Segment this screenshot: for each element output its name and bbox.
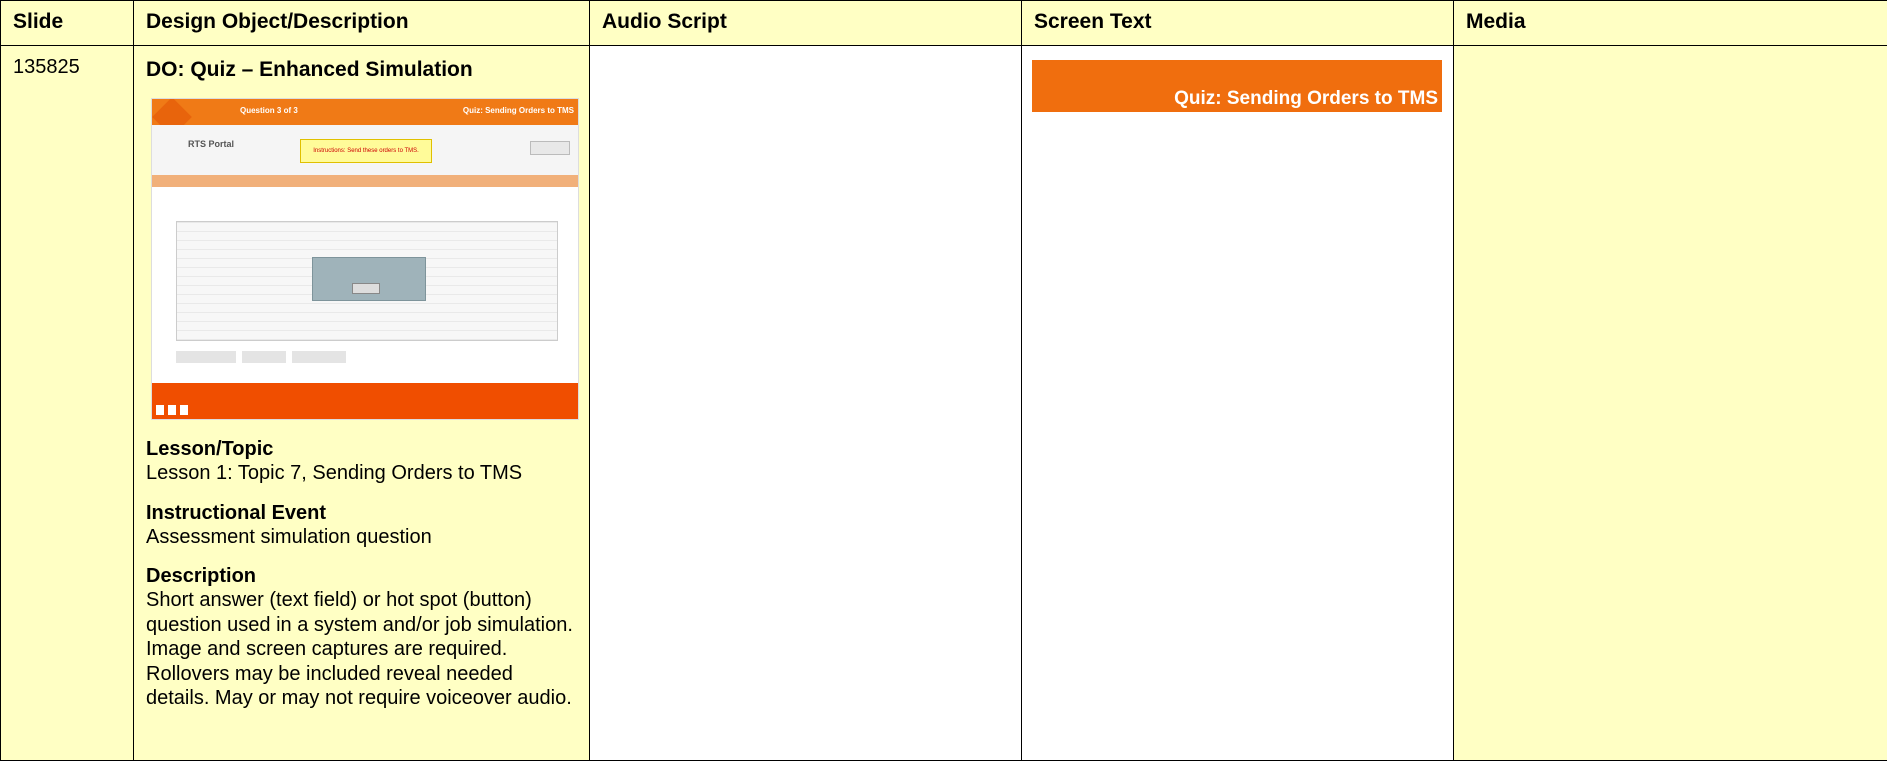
thumbnail-portal: RTS Portal [188,139,234,149]
thumbnail-question: Question 3 of 3 [240,106,298,115]
thumbnail-nav-icons [156,405,192,415]
slide-thumbnail: Question 3 of 3 Quiz: Sending Orders to … [151,98,579,420]
thumbnail-instructions: Instructions: Send these orders to TMS. [300,139,432,163]
screen-text-cell: Quiz: Sending Orders to TMS [1022,46,1454,761]
header-design: Design Object/Description [134,1,590,46]
thumbnail-title: Quiz: Sending Orders to TMS [463,106,574,115]
header-media: Media [1454,1,1887,46]
thumbnail-modal [312,257,426,301]
description-heading: Description [146,565,577,588]
event-body: Assessment simulation question [146,525,577,550]
event-heading: Instructional Event [146,502,577,525]
thumbnail-ok-button [352,283,380,294]
header-screen-text: Screen Text [1022,1,1454,46]
do-title: DO: Quiz – Enhanced Simulation [146,58,577,82]
lesson-body: Lesson 1: Topic 7, Sending Orders to TMS [146,461,577,486]
thumbnail-action-buttons [176,351,556,363]
header-audio: Audio Script [590,1,1022,46]
slide-cell: 135825 [1,46,134,761]
table-row: 135825 DO: Quiz – Enhanced Simulation Qu… [1,46,1887,761]
screen-text-banner: Quiz: Sending Orders to TMS [1032,60,1442,112]
design-cell: DO: Quiz – Enhanced Simulation Question … [134,46,590,761]
media-cell [1454,46,1887,761]
thumbnail-section-bar [152,175,578,187]
thumbnail-footer-bar [152,383,578,419]
header-slide: Slide [1,1,134,46]
storyboard-table: Slide Design Object/Description Audio Sc… [0,0,1887,761]
thumbnail-logout-button [530,141,570,155]
lesson-heading: Lesson/Topic [146,438,577,461]
audio-cell [590,46,1022,761]
slide-id: 135825 [1,46,133,79]
screen-text-banner-label: Quiz: Sending Orders to TMS [1174,88,1438,110]
description-body: Short answer (text field) or hot spot (b… [146,588,577,711]
header-row: Slide Design Object/Description Audio Sc… [1,1,1887,46]
